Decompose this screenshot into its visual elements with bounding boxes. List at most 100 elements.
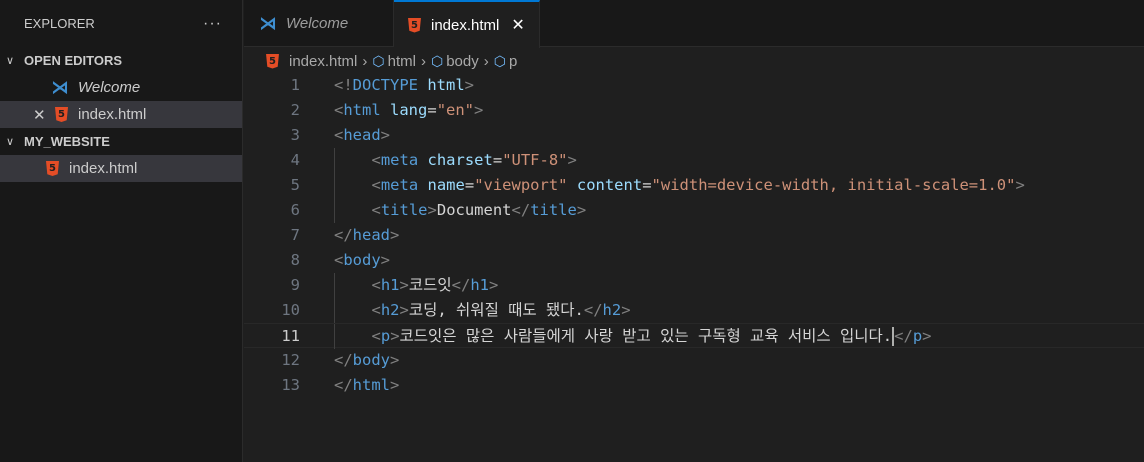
html5-icon: 5 bbox=[408, 17, 421, 33]
code-line[interactable]: 13 </html> bbox=[244, 373, 1144, 398]
code-token: < bbox=[334, 251, 344, 269]
code-token: < bbox=[334, 126, 344, 144]
breadcrumb-item[interactable]: index.html bbox=[289, 53, 357, 70]
open-editors-section[interactable]: ∨ OPEN EDITORS bbox=[0, 47, 242, 74]
code-line[interactable]: 3 <head> bbox=[244, 123, 1144, 148]
chevron-right-icon: › bbox=[420, 52, 426, 70]
line-number: 4 bbox=[290, 151, 300, 169]
html5-icon: 5 bbox=[266, 53, 279, 69]
code-line[interactable]: 12 </body> bbox=[244, 348, 1144, 373]
code-token: body bbox=[352, 351, 390, 369]
open-editor-index-html[interactable]: ✕ 5 index.html bbox=[0, 101, 242, 128]
code-text: <head> bbox=[334, 123, 390, 148]
code-token: 코드잇 bbox=[408, 276, 452, 294]
symbol-element-icon: ⬡ bbox=[493, 52, 506, 69]
code-token: h1 bbox=[470, 276, 489, 294]
project-section[interactable]: ∨ MY_WEBSITE bbox=[0, 128, 242, 155]
code-text: <html lang="en"> bbox=[334, 98, 483, 123]
code-token: < bbox=[371, 301, 381, 319]
code-token: > bbox=[380, 126, 391, 144]
code-token: </ bbox=[451, 276, 471, 294]
code-token: h2 bbox=[602, 301, 622, 319]
code-token: "en" bbox=[436, 101, 475, 119]
code-line[interactable]: 9 <h1>코드잇</h1> bbox=[244, 273, 1144, 298]
tab-label: index.html bbox=[431, 16, 500, 34]
section-label: MY_WEBSITE bbox=[24, 134, 110, 149]
code-token: < bbox=[371, 176, 381, 194]
symbol-element-icon: ⬡ bbox=[372, 52, 385, 69]
chevron-down-icon: ∨ bbox=[6, 55, 15, 67]
code-line[interactable]: 7 </head> bbox=[244, 223, 1144, 248]
code-token: meta bbox=[380, 151, 419, 169]
code-line[interactable]: 4 <meta charset="UTF-8"> bbox=[244, 148, 1144, 173]
code-token: 코딩, 쉬워질 때도 됐다. bbox=[408, 301, 584, 319]
code-token: charset bbox=[427, 151, 493, 169]
code-token: < bbox=[371, 327, 381, 345]
code-token: head bbox=[343, 126, 381, 144]
code-token: DOCTYPE bbox=[352, 76, 418, 94]
open-editor-welcome[interactable]: ⋊ Welcome bbox=[0, 74, 242, 101]
code-token: = bbox=[464, 176, 475, 194]
line-number: 8 bbox=[290, 251, 300, 269]
code-line[interactable]: 1 <!DOCTYPE html> bbox=[244, 73, 1144, 98]
breadcrumb-item[interactable]: p bbox=[509, 53, 517, 70]
code-token: < bbox=[371, 151, 381, 169]
code-token: > bbox=[464, 76, 475, 94]
code-token: > bbox=[390, 351, 400, 369]
code-token: > bbox=[922, 327, 932, 345]
code-token: > bbox=[567, 151, 577, 169]
section-label: OPEN EDITORS bbox=[24, 53, 123, 68]
code-token: html bbox=[427, 76, 465, 94]
more-actions-icon[interactable]: ··· bbox=[203, 15, 222, 33]
code-line[interactable]: 10 <h2>코딩, 쉬워질 때도 됐다.</h2> bbox=[244, 298, 1144, 323]
line-number: 1 bbox=[290, 76, 300, 94]
code-token: > bbox=[390, 226, 400, 244]
editor-tabs: ⋊ Welcome 5 index.html ✕ bbox=[244, 0, 1144, 48]
breadcrumb: 5 index.html › ⬡ html › ⬡ body › ⬡ p bbox=[266, 50, 517, 72]
code-token: <! bbox=[334, 76, 353, 94]
code-token: > bbox=[488, 276, 499, 294]
close-icon[interactable]: ✕ bbox=[511, 15, 524, 35]
code-token: title bbox=[380, 201, 428, 219]
code-text: <title>Document</title> bbox=[334, 198, 587, 223]
code-token: </ bbox=[334, 351, 353, 369]
line-number: 2 bbox=[290, 101, 300, 119]
line-number: 9 bbox=[290, 276, 300, 294]
code-token: > bbox=[390, 327, 400, 345]
tab-index-html[interactable]: 5 index.html ✕ bbox=[394, 0, 540, 48]
code-line[interactable]: 2 <html lang="en"> bbox=[244, 98, 1144, 123]
breadcrumb-item[interactable]: body bbox=[446, 53, 479, 70]
code-text: <h1>코드잇</h1> bbox=[334, 273, 499, 298]
item-label: index.html bbox=[78, 106, 147, 123]
close-icon[interactable]: ✕ bbox=[33, 106, 55, 124]
code-line[interactable]: 6 <title>Document</title> bbox=[244, 198, 1144, 223]
code-token: </ bbox=[583, 301, 603, 319]
chevron-down-icon: ∨ bbox=[6, 136, 15, 148]
code-token: > bbox=[621, 301, 631, 319]
code-editor[interactable]: 1 <!DOCTYPE html> 2 <html lang="en"> 3 <head>… bbox=[244, 73, 1144, 398]
chevron-right-icon: › bbox=[362, 52, 368, 70]
file-index-html[interactable]: 5 index.html bbox=[0, 155, 242, 182]
code-token: = bbox=[642, 176, 652, 194]
vscode-icon: ⋊ bbox=[51, 77, 69, 97]
code-token: < bbox=[371, 276, 381, 294]
code-token: </ bbox=[511, 201, 531, 219]
breadcrumb-item[interactable]: html bbox=[388, 53, 416, 70]
code-token: > bbox=[390, 376, 400, 394]
code-line[interactable]: 5 <meta name="viewport" content="width=de… bbox=[244, 173, 1144, 198]
code-line[interactable]: 8 <body> bbox=[244, 248, 1144, 273]
code-token: body bbox=[343, 251, 381, 269]
tab-welcome[interactable]: ⋊ Welcome bbox=[244, 0, 394, 47]
code-line[interactable]: 11 <p>코드잇은 많은 사람들에게 사랑 받고 있는 구독형 교육 서비스 입… bbox=[244, 323, 1144, 349]
explorer-header: EXPLORER ··· bbox=[0, 0, 242, 47]
code-token: "width=device-width, initial-scale=1.0" bbox=[651, 176, 1016, 194]
item-label: Welcome bbox=[78, 79, 141, 96]
line-number: 7 bbox=[290, 226, 300, 244]
code-token: head bbox=[352, 226, 390, 244]
code-token: > bbox=[380, 251, 391, 269]
explorer-sidebar: EXPLORER ··· ∨ OPEN EDITORS ⋊ Welcome ✕ 5 in… bbox=[0, 0, 243, 462]
code-token: h1 bbox=[380, 276, 400, 294]
